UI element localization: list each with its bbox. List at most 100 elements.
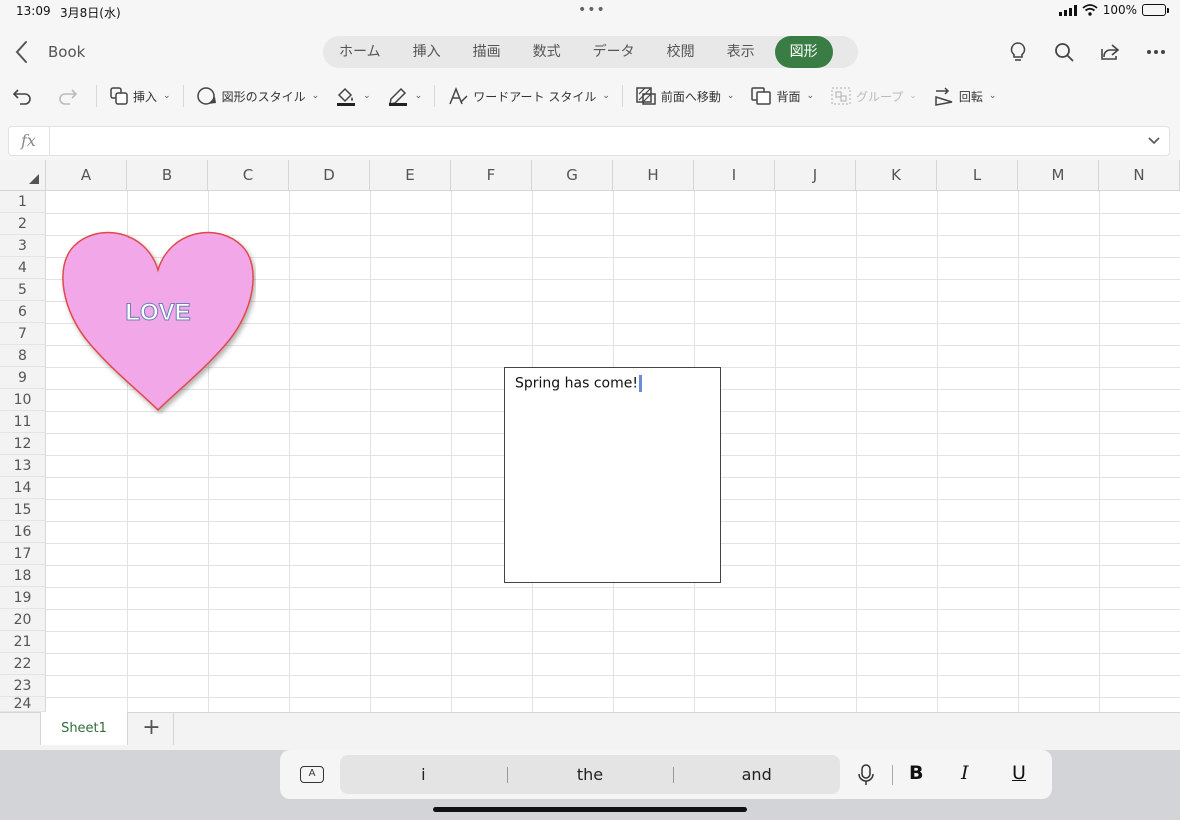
column-header[interactable]: K [856, 160, 937, 191]
share-icon[interactable] [1098, 40, 1122, 64]
group-button[interactable]: グループ ⌄ [822, 80, 925, 112]
status-time: 13:09 [16, 4, 51, 18]
tab-insert[interactable]: 挿入 [397, 36, 457, 68]
undo-button[interactable] [0, 80, 42, 112]
tab-home[interactable]: ホーム [323, 36, 397, 68]
fill-color-button[interactable]: ⌄ [327, 80, 379, 112]
more-options-icon[interactable] [1144, 40, 1168, 64]
column-header[interactable]: E [370, 160, 451, 191]
column-header[interactable]: L [937, 160, 1018, 191]
row-header[interactable]: 7 [0, 323, 46, 345]
row-header[interactable]: 12 [0, 433, 46, 455]
row-header[interactable]: 22 [0, 653, 46, 675]
bold-button[interactable]: B [909, 762, 923, 784]
row-header[interactable]: 15 [0, 499, 46, 521]
text-box-shape[interactable]: Spring has come! [504, 367, 721, 583]
battery-icon [1142, 4, 1169, 16]
row-header[interactable]: 18 [0, 565, 46, 587]
grid-line [46, 213, 1180, 214]
column-header[interactable]: C [208, 160, 289, 191]
insert-shape-button[interactable]: 挿入 ⌄ [101, 80, 179, 112]
grid-line [451, 191, 452, 712]
column-header[interactable]: J [775, 160, 856, 191]
suggestion-item[interactable]: the [506, 765, 674, 784]
row-header[interactable]: 10 [0, 389, 46, 411]
column-header[interactable]: D [289, 160, 370, 191]
row-header[interactable]: 24 [0, 697, 46, 712]
multitasking-dots-icon[interactable]: ••• [578, 2, 606, 18]
column-header[interactable]: I [694, 160, 775, 191]
row-header[interactable]: 2 [0, 213, 46, 235]
row-header[interactable]: 16 [0, 521, 46, 543]
row-header[interactable]: 14 [0, 477, 46, 499]
column-header[interactable]: F [451, 160, 532, 191]
row-header[interactable]: 13 [0, 455, 46, 477]
shape-style-button[interactable]: 図形のスタイル ⌄ [188, 80, 328, 112]
formula-bar[interactable]: fx [8, 126, 1170, 156]
tab-view[interactable]: 表示 [711, 36, 771, 68]
text-format-icon[interactable]: A [300, 766, 324, 783]
suggestion-item[interactable]: and [673, 765, 840, 784]
home-indicator[interactable] [433, 807, 747, 812]
search-icon[interactable] [1052, 40, 1076, 64]
row-header[interactable]: 9 [0, 367, 46, 389]
redo-button[interactable] [42, 80, 86, 112]
column-header[interactable]: A [46, 160, 127, 191]
text-cursor [638, 375, 642, 392]
row-header[interactable]: 8 [0, 345, 46, 367]
grid-line [46, 631, 1180, 632]
bring-forward-button[interactable]: 前面へ移動 ⌄ [627, 80, 743, 112]
grid-line [370, 191, 371, 712]
insert-label: 挿入 [133, 89, 158, 104]
tab-review[interactable]: 校閲 [651, 36, 711, 68]
sheet-tab-sheet1[interactable]: Sheet1 [40, 712, 128, 745]
italic-button[interactable]: I [961, 762, 969, 784]
toolbar-divider [182, 85, 184, 107]
grid-line [46, 653, 1180, 654]
column-header[interactable]: G [532, 160, 613, 191]
microphone-icon[interactable] [858, 764, 874, 786]
column-header[interactable]: H [613, 160, 694, 191]
lightbulb-icon[interactable] [1006, 40, 1030, 64]
chevron-down-icon[interactable] [1147, 133, 1161, 147]
fill-bucket-icon [337, 87, 356, 106]
send-backward-icon [751, 87, 772, 105]
title-bar: Book ホーム 挿入 描画 数式 データ 校閲 表示 図形 [0, 28, 1180, 76]
row-header[interactable]: 11 [0, 411, 46, 433]
suggestion-item[interactable]: i [340, 765, 507, 784]
column-header[interactable]: B [127, 160, 208, 191]
send-backward-button[interactable]: 背面 ⌄ [742, 80, 822, 112]
row-header[interactable]: 20 [0, 609, 46, 631]
keyboard-area: A i the and B I U [0, 750, 1180, 820]
chevron-down-icon: ⌄ [988, 91, 997, 101]
back-chevron-icon[interactable] [10, 38, 34, 66]
workbook-title[interactable]: Book [48, 43, 85, 61]
shapes-icon [110, 87, 128, 105]
row-header[interactable]: 4 [0, 257, 46, 279]
row-header[interactable]: 17 [0, 543, 46, 565]
line-color-button[interactable]: ⌄ [379, 80, 431, 112]
row-header[interactable]: 6 [0, 301, 46, 323]
heart-shape[interactable]: LOVE [60, 224, 256, 414]
tab-shape[interactable]: 図形 [774, 36, 833, 68]
tab-draw[interactable]: 描画 [457, 36, 517, 68]
tab-formulas[interactable]: 数式 [517, 36, 577, 68]
row-header[interactable]: 5 [0, 279, 46, 301]
text-box-content[interactable]: Spring has come! [515, 375, 642, 392]
wordart-style-button[interactable]: ワードアート スタイル ⌄ [439, 80, 618, 112]
rotate-button[interactable]: 回転 ⌄ [925, 80, 1005, 112]
underline-button[interactable]: U [1012, 762, 1026, 784]
column-header[interactable]: N [1099, 160, 1180, 191]
row-header[interactable]: 21 [0, 631, 46, 653]
row-header[interactable]: 23 [0, 675, 46, 697]
add-sheet-button[interactable]: + [130, 713, 174, 745]
grid-line [775, 191, 776, 712]
row-header[interactable]: 3 [0, 235, 46, 257]
toolbar-divider [96, 85, 97, 107]
row-header[interactable]: 19 [0, 587, 46, 609]
column-header[interactable]: M [1018, 160, 1099, 191]
tab-data[interactable]: データ [577, 36, 651, 68]
select-all-corner[interactable] [0, 160, 46, 191]
group-icon [831, 87, 851, 105]
row-header[interactable]: 1 [0, 191, 46, 213]
